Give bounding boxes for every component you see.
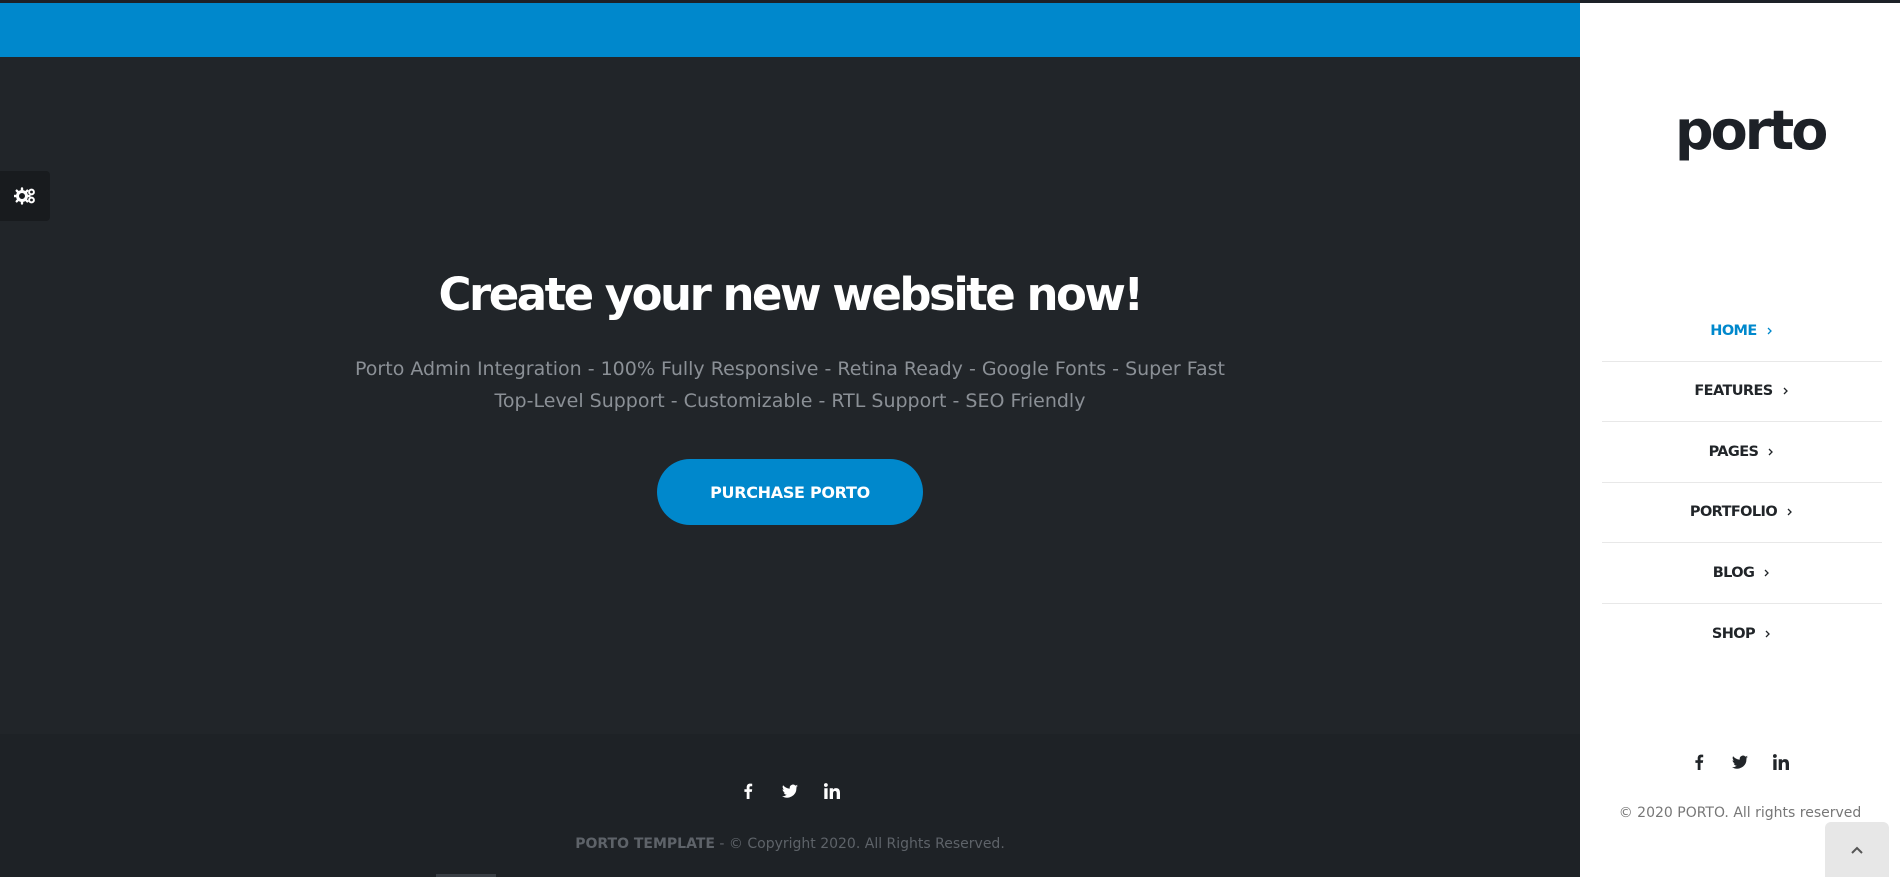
nav-item-shop[interactable]: SHOP <box>1602 604 1882 665</box>
top-border <box>0 0 1900 3</box>
side-header: porto HOME FEATURES PAGES PORTFOLIO BLOG… <box>1580 3 1900 877</box>
chevron-right-icon <box>1764 630 1772 638</box>
header-bar <box>0 3 1580 57</box>
nav-item-blog[interactable]: BLOG <box>1602 543 1882 604</box>
footer-copyright: PORTO TEMPLATE - © Copyright 2020. All R… <box>0 836 1580 852</box>
main-content: Create your new website now! Porto Admin… <box>0 0 1580 877</box>
chevron-right-icon <box>1763 569 1771 577</box>
chevron-right-icon <box>1767 448 1775 456</box>
nav-item-features[interactable]: FEATURES <box>1602 362 1882 422</box>
hero-title: Create your new website now! <box>438 268 1145 321</box>
nav-item-portfolio[interactable]: PORTFOLIO <box>1602 483 1882 543</box>
hero-features-line-2: Top-Level Support - Customizable - RTL S… <box>494 390 1086 412</box>
nav-item-label: HOME <box>1710 322 1757 339</box>
linkedin-icon[interactable] <box>822 781 842 801</box>
chevron-right-icon <box>1786 508 1794 516</box>
facebook-icon[interactable] <box>738 781 758 801</box>
sidebar-copyright: © 2020 PORTO. All rights reserved <box>1618 805 1862 821</box>
porto-logo[interactable]: porto <box>1675 101 1828 161</box>
main-nav: HOME FEATURES PAGES PORTFOLIO BLOG SHOP <box>1602 301 1882 664</box>
gears-icon <box>14 187 35 205</box>
nav-item-label: FEATURES <box>1694 383 1773 400</box>
chevron-right-icon <box>1766 327 1774 335</box>
chevron-up-icon <box>1851 846 1863 854</box>
footer-social-links <box>0 781 1580 801</box>
nav-item-label: PORTFOLIO <box>1689 504 1778 521</box>
twitter-icon[interactable] <box>1731 752 1750 771</box>
footer-brand: PORTO TEMPLATE <box>575 836 715 852</box>
chevron-right-icon <box>1782 387 1790 395</box>
hero-features-line-1: Porto Admin Integration - 100% Fully Res… <box>355 358 1225 380</box>
twitter-icon[interactable] <box>780 781 800 801</box>
footer <box>0 734 1580 877</box>
nav-item-pages[interactable]: PAGES <box>1602 422 1882 483</box>
nav-item-home[interactable]: HOME <box>1602 301 1882 362</box>
nav-item-label: SHOP <box>1711 625 1756 642</box>
sidebar-social-links <box>1580 752 1900 771</box>
nav-item-label: BLOG <box>1712 564 1755 581</box>
footer-copyright-text: - © Copyright 2020. All Rights Reserved. <box>714 836 1005 852</box>
back-to-top-button[interactable] <box>1825 822 1889 877</box>
nav-item-label: PAGES <box>1708 443 1759 460</box>
purchase-button[interactable]: PURCHASE PORTO <box>657 459 923 525</box>
linkedin-icon[interactable] <box>1772 752 1791 771</box>
style-switcher-toggle[interactable] <box>0 171 50 221</box>
facebook-icon[interactable] <box>1690 752 1709 771</box>
